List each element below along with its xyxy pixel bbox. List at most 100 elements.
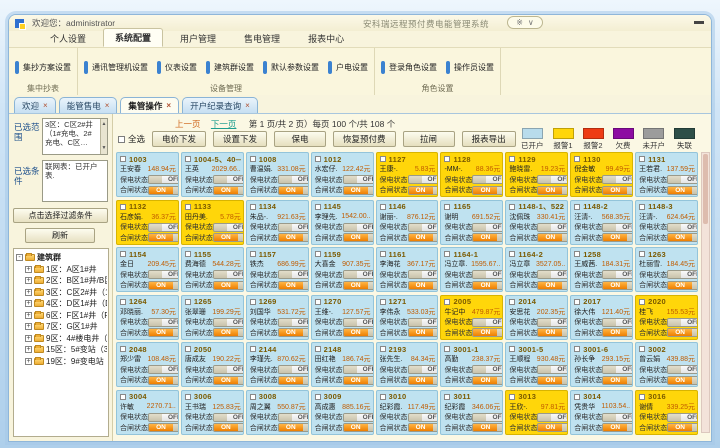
menu-item-1[interactable]: 个人设置 bbox=[39, 30, 97, 47]
hezha-toggle[interactable]: ON bbox=[408, 328, 439, 337]
hezha-toggle[interactable]: ON bbox=[278, 376, 309, 385]
doc-tab-3[interactable]: 集管操作× bbox=[120, 97, 179, 113]
hezha-toggle[interactable]: ON bbox=[537, 233, 568, 242]
toolbar-button-3[interactable]: 保电 bbox=[274, 131, 326, 147]
selected-range-box[interactable]: 3区：C区2#井（1#充电、2#充电、C区… ▲▼ bbox=[42, 118, 108, 155]
hezha-toggle[interactable]: ON bbox=[408, 281, 439, 290]
card-checkbox[interactable] bbox=[250, 394, 256, 400]
baodian-toggle[interactable]: OFF bbox=[602, 318, 633, 327]
prev-page-link[interactable]: 上一页 bbox=[175, 119, 201, 129]
baodian-toggle[interactable]: OFF bbox=[343, 270, 374, 279]
menu-item-3[interactable]: 用户管理 bbox=[169, 30, 227, 47]
hezha-toggle[interactable]: ON bbox=[602, 233, 633, 242]
tree-node[interactable]: +19区：9#变电站（2#… bbox=[16, 356, 107, 368]
doc-tab-2[interactable]: 能管售电× bbox=[59, 97, 118, 113]
baodian-toggle[interactable]: OFF bbox=[213, 175, 244, 184]
hezha-toggle[interactable]: ON bbox=[408, 186, 439, 195]
baodian-toggle[interactable]: OFF bbox=[472, 270, 503, 279]
baodian-toggle[interactable]: OFF bbox=[408, 318, 439, 327]
ribbon-button[interactable]: 建筑群设置 bbox=[206, 62, 254, 73]
minimize-button[interactable] bbox=[694, 21, 704, 24]
hezha-toggle[interactable]: ON bbox=[472, 376, 503, 385]
card-checkbox[interactable] bbox=[444, 394, 450, 400]
card-checkbox[interactable] bbox=[639, 346, 645, 352]
ribbon-button[interactable]: 操作员设置 bbox=[446, 62, 494, 73]
baodian-toggle[interactable]: OFF bbox=[343, 365, 374, 374]
hezha-toggle[interactable]: ON bbox=[343, 376, 374, 385]
card-checkbox[interactable] bbox=[444, 251, 450, 257]
vertical-scrollbar[interactable] bbox=[701, 152, 710, 433]
hezha-toggle[interactable]: ON bbox=[148, 328, 179, 337]
card-checkbox[interactable] bbox=[315, 204, 321, 210]
card-checkbox[interactable] bbox=[250, 156, 256, 162]
card-checkbox[interactable] bbox=[380, 204, 386, 210]
card-checkbox[interactable] bbox=[185, 204, 191, 210]
baodian-toggle[interactable]: OFF bbox=[408, 365, 439, 374]
hezha-toggle[interactable]: ON bbox=[602, 328, 633, 337]
close-tab-icon[interactable]: × bbox=[105, 101, 110, 110]
hezha-toggle[interactable]: ON bbox=[602, 376, 633, 385]
card-checkbox[interactable] bbox=[509, 394, 515, 400]
card-checkbox[interactable] bbox=[380, 156, 386, 162]
baodian-toggle[interactable]: OFF bbox=[667, 413, 698, 422]
hezha-toggle[interactable]: ON bbox=[602, 186, 633, 195]
card-checkbox[interactable] bbox=[250, 346, 256, 352]
baodian-toggle[interactable]: OFF bbox=[408, 413, 439, 422]
card-checkbox[interactable] bbox=[315, 299, 321, 305]
baodian-toggle[interactable]: OFF bbox=[343, 175, 374, 184]
next-page-link[interactable]: 下一页 bbox=[211, 119, 237, 129]
expander-icon[interactable]: + bbox=[25, 323, 32, 330]
tree-node[interactable]: +2区：B区1#井/B区1#井 bbox=[16, 275, 107, 287]
baodian-toggle[interactable]: OFF bbox=[667, 365, 698, 374]
close-tab-icon[interactable]: × bbox=[245, 101, 250, 110]
baodian-toggle[interactable]: OFF bbox=[537, 318, 568, 327]
hezha-toggle[interactable]: ON bbox=[213, 233, 244, 242]
expander-icon[interactable]: + bbox=[25, 312, 32, 319]
doc-tab-4[interactable]: 开户纪录查询× bbox=[182, 97, 258, 113]
baodian-toggle[interactable]: OFF bbox=[472, 365, 503, 374]
card-checkbox[interactable] bbox=[444, 346, 450, 352]
card-checkbox[interactable] bbox=[185, 394, 191, 400]
hezha-toggle[interactable]: ON bbox=[343, 328, 374, 337]
card-checkbox[interactable] bbox=[185, 251, 191, 257]
expander-icon[interactable]: + bbox=[25, 289, 32, 296]
ribbon-button[interactable]: 仪表设置 bbox=[157, 62, 197, 73]
hezha-toggle[interactable]: ON bbox=[667, 376, 698, 385]
hezha-toggle[interactable]: ON bbox=[213, 376, 244, 385]
card-checkbox[interactable] bbox=[380, 346, 386, 352]
baodian-toggle[interactable]: OFF bbox=[472, 413, 503, 422]
hezha-toggle[interactable]: ON bbox=[213, 186, 244, 195]
toolbar-button-5[interactable]: 拉闸 bbox=[403, 131, 455, 147]
baodian-toggle[interactable]: OFF bbox=[278, 223, 309, 232]
hezha-toggle[interactable]: ON bbox=[148, 423, 179, 432]
hezha-toggle[interactable]: ON bbox=[148, 376, 179, 385]
baodian-toggle[interactable]: OFF bbox=[148, 223, 179, 232]
menu-item-2[interactable]: 系统配置 bbox=[103, 28, 163, 47]
baodian-toggle[interactable]: OFF bbox=[667, 318, 698, 327]
baodian-toggle[interactable]: OFF bbox=[278, 270, 309, 279]
baodian-toggle[interactable]: OFF bbox=[343, 223, 374, 232]
card-checkbox[interactable] bbox=[639, 156, 645, 162]
hezha-toggle[interactable]: ON bbox=[667, 423, 698, 432]
baodian-toggle[interactable]: OFF bbox=[537, 270, 568, 279]
baodian-toggle[interactable]: OFF bbox=[667, 270, 698, 279]
card-checkbox[interactable] bbox=[574, 299, 580, 305]
close-tab-icon[interactable]: × bbox=[166, 101, 171, 110]
card-checkbox[interactable] bbox=[574, 394, 580, 400]
card-checkbox[interactable] bbox=[380, 251, 386, 257]
card-checkbox[interactable] bbox=[120, 346, 126, 352]
toolbar-button-6[interactable]: 报表导出 bbox=[462, 131, 516, 147]
card-checkbox[interactable] bbox=[315, 156, 321, 162]
hezha-toggle[interactable]: ON bbox=[667, 186, 698, 195]
card-checkbox[interactable] bbox=[185, 299, 191, 305]
card-checkbox[interactable] bbox=[574, 156, 580, 162]
ribbon-button[interactable]: 集抄方案设置 bbox=[15, 62, 71, 73]
baodian-toggle[interactable]: OFF bbox=[472, 223, 503, 232]
card-checkbox[interactable] bbox=[509, 156, 515, 162]
expander-icon[interactable]: + bbox=[25, 335, 32, 342]
baodian-toggle[interactable]: OFF bbox=[148, 413, 179, 422]
select-all-checkbox[interactable] bbox=[118, 136, 125, 143]
card-checkbox[interactable] bbox=[315, 394, 321, 400]
hezha-toggle[interactable]: ON bbox=[343, 423, 374, 432]
card-checkbox[interactable] bbox=[574, 346, 580, 352]
